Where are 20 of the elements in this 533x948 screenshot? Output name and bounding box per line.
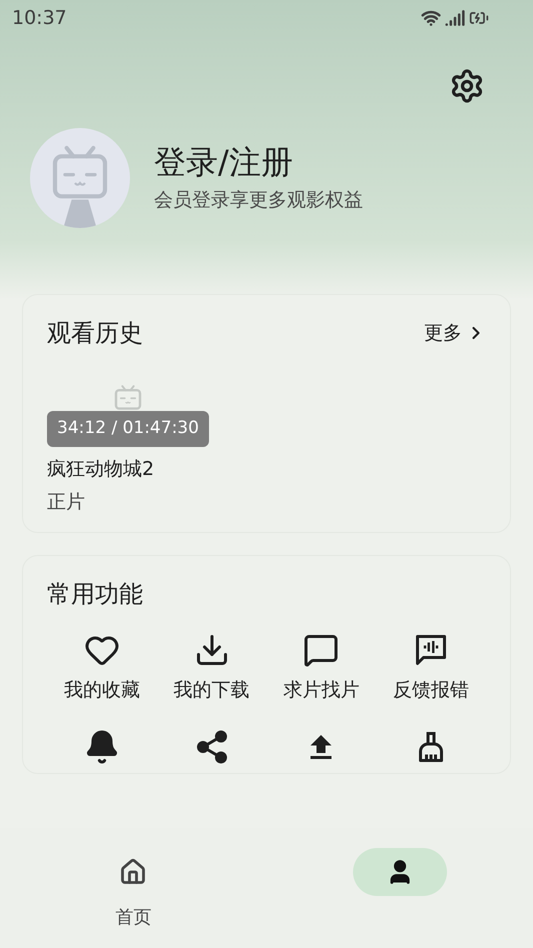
settings-icon — [449, 68, 485, 104]
functions-title: 常用功能 — [47, 580, 143, 608]
more-link[interactable]: 更多 — [424, 318, 486, 348]
nav-tab[interactable]: 首页 — [0, 828, 266, 948]
function-item[interactable]: 求片找片 — [266, 632, 376, 704]
login-subtitle: 会员登录享更多观影权益 — [154, 188, 363, 213]
settings-button[interactable] — [449, 68, 485, 104]
history-title: 观看历史 — [47, 318, 143, 349]
function-item[interactable]: 我的收藏 — [47, 632, 157, 704]
login-title[interactable]: 登录/注册 — [154, 142, 363, 182]
video-episode: 正片 — [47, 490, 86, 514]
chat-icon — [303, 632, 340, 668]
status-time: 10:37 — [12, 6, 67, 31]
home-icon — [119, 858, 148, 886]
function-item[interactable]: 反馈报错 — [376, 632, 486, 704]
playback-time: 34:12 / 01:47:30 — [57, 417, 199, 440]
wifi-icon — [421, 8, 441, 28]
video-title: 疯狂动物城2 — [47, 457, 156, 482]
signal-icon — [445, 8, 465, 28]
function-item[interactable]: 我的下载 — [156, 632, 266, 704]
